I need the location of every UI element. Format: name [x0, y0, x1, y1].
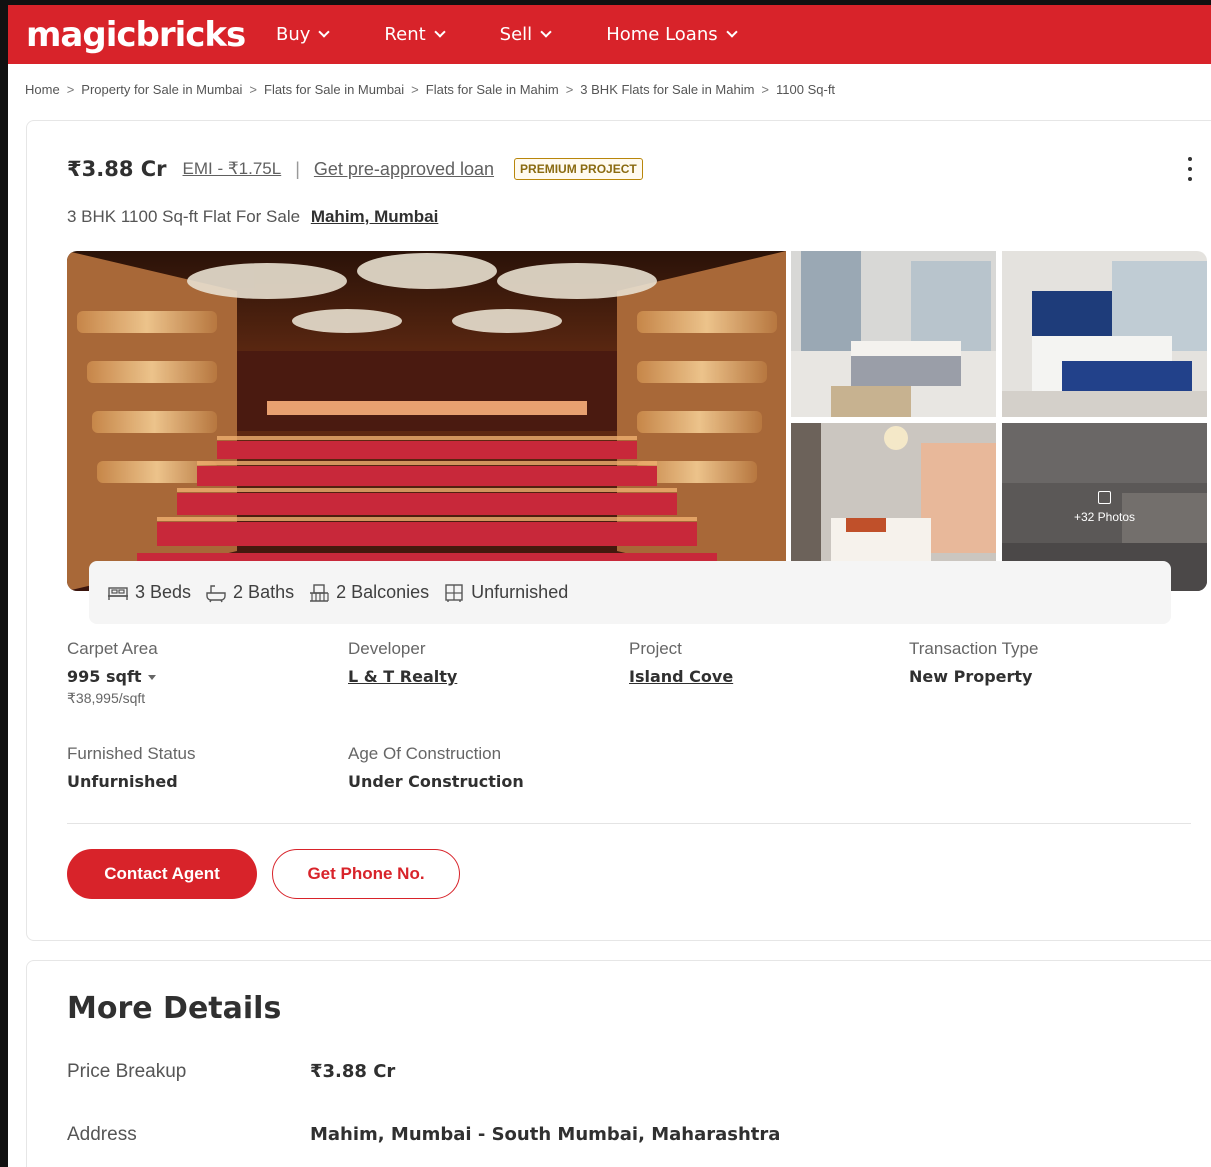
breadcrumb-separator: > [411, 82, 419, 97]
amenity-baths: 2 Baths [205, 582, 294, 603]
chevron-down-icon [540, 26, 552, 38]
breadcrumb-flats-mahim[interactable]: Flats for Sale in Mahim [426, 82, 559, 97]
emi-link[interactable]: EMI - ₹1.75L [183, 159, 282, 179]
breadcrumb-home[interactable]: Home [25, 82, 60, 97]
nav-rent[interactable]: Rent [384, 24, 446, 45]
magicbricks-logo[interactable]: magicbricks [26, 15, 276, 55]
auditorium-photo [67, 251, 786, 591]
breadcrumb-separator: > [761, 82, 770, 97]
nav-buy[interactable]: Buy [276, 24, 331, 45]
project-label: Project [629, 639, 682, 658]
location-link[interactable]: Mahim, Mumbai [311, 207, 439, 226]
listing-subtitle: 3 BHK 1100 Sq-ft Flat For Sale Mahim, Mu… [67, 207, 438, 227]
nav-home-loans[interactable]: Home Loans [606, 24, 738, 45]
age-of-construction-label: Age Of Construction [348, 744, 502, 763]
top-nav-bar: magicbricks Buy Rent Sell Home Loans [8, 5, 1211, 64]
nav-buy-label: Buy [276, 24, 311, 45]
address-value: Mahim, Mumbai - South Mumbai, Maharashtr… [310, 1124, 781, 1145]
get-phone-button[interactable]: Get Phone No. [272, 849, 460, 899]
breadcrumb-current: 1100 Sq-ft [776, 82, 836, 97]
more-details-card: More Details Price Breakup ₹3.88 Cr Addr… [26, 960, 1211, 1167]
listing-price: ₹3.88 Cr [67, 157, 167, 181]
breadcrumb-property-mumbai[interactable]: Property for Sale in Mumbai [81, 82, 242, 97]
price-breakup-label: Price Breakup [67, 1061, 187, 1082]
carpet-area-value-text: 995 sqft [67, 667, 142, 686]
developer-link[interactable]: L & T Realty [348, 667, 457, 686]
amenity-balconies-label: 2 Balconies [336, 582, 430, 602]
bath-icon [206, 584, 226, 602]
listing-subtitle-text: 3 BHK 1100 Sq-ft Flat For Sale [67, 207, 301, 226]
furnished-status-label: Furnished Status [67, 744, 196, 763]
breadcrumb-separator: > [66, 82, 75, 97]
developer-label: Developer [348, 639, 426, 658]
chevron-down-icon [434, 26, 446, 38]
price-breakup-row: Price Breakup ₹3.88 Cr [67, 1061, 395, 1083]
price-breakup-value: ₹3.88 Cr [310, 1061, 396, 1082]
breadcrumb-separator: > [565, 82, 574, 97]
gallery-icon [1098, 490, 1111, 504]
main-photo[interactable] [67, 251, 786, 591]
price-per-sqft: ₹38,995/sqft [67, 690, 146, 706]
premium-project-badge: PREMIUM PROJECT [514, 158, 643, 180]
age-of-construction: Age Of Construction Under Construction [348, 744, 524, 791]
address-label: Address [67, 1124, 137, 1145]
age-of-construction-value: Under Construction [348, 772, 524, 791]
bed-icon [108, 586, 128, 600]
divider [67, 823, 1191, 824]
breadcrumb: Home > Property for Sale in Mumbai > Fla… [25, 82, 835, 97]
project-link[interactable]: Island Cove [629, 667, 733, 686]
nav-rent-label: Rent [384, 24, 426, 45]
pre-approved-loan-link[interactable]: Get pre-approved loan [314, 159, 494, 180]
bedroom-photo [1002, 251, 1207, 417]
carpet-area-label: Carpet Area [67, 639, 158, 658]
more-options-icon[interactable] [1185, 157, 1195, 181]
nav-home-loans-label: Home Loans [606, 24, 718, 45]
price-row: ₹3.88 Cr EMI - ₹1.75L | Get pre-approved… [67, 157, 643, 181]
amenity-beds-label: 3 Beds [135, 582, 192, 602]
amenity-baths-label: 2 Baths [233, 582, 295, 602]
more-photos-label: +32 Photos [1073, 509, 1136, 524]
breadcrumb-flats-mumbai[interactable]: Flats for Sale in Mumbai [264, 82, 404, 97]
listing-card: ₹3.88 Cr EMI - ₹1.75L | Get pre-approved… [26, 120, 1211, 941]
photo-thumbnail-2[interactable] [1002, 251, 1207, 417]
breadcrumb-separator: > [249, 82, 257, 97]
transaction-type: Transaction Type New Property [909, 639, 1038, 686]
developer: Developer L & T Realty [348, 639, 457, 686]
caret-down-icon [147, 675, 156, 680]
carpet-area: Carpet Area 995 sqft ₹38,995/sqft [67, 639, 158, 707]
furnished-status: Furnished Status Unfurnished [67, 744, 196, 791]
nav-sell[interactable]: Sell [499, 24, 552, 45]
transaction-type-label: Transaction Type [909, 639, 1039, 658]
furnished-status-value: Unfurnished [67, 772, 178, 791]
amenity-furnishing: Unfurnished [443, 582, 568, 603]
project: Project Island Cove [629, 639, 733, 686]
transaction-type-value: New Property [909, 667, 1033, 686]
amenities-bar: 3 Beds 2 Baths 2 Balconies Unfurnished [89, 561, 1171, 624]
carpet-area-value[interactable]: 995 sqft [67, 667, 158, 686]
furnishing-icon [445, 583, 463, 602]
amenity-furnishing-label: Unfurnished [471, 582, 569, 602]
contact-agent-button[interactable]: Contact Agent [67, 849, 257, 899]
bedroom-photo [791, 251, 996, 417]
chevron-down-icon [318, 26, 331, 38]
pipe-divider: | [295, 158, 300, 179]
amenity-balconies: 2 Balconies [308, 582, 429, 603]
nav-sell-label: Sell [499, 24, 533, 45]
chevron-down-icon [725, 26, 738, 38]
address-row: Address Mahim, Mumbai - South Mumbai, Ma… [67, 1124, 780, 1146]
amenity-beds: 3 Beds [107, 582, 191, 603]
balcony-icon [310, 583, 329, 602]
breadcrumb-3bhk-mahim[interactable]: 3 BHK Flats for Sale in Mahim [580, 82, 754, 97]
photo-thumbnail-1[interactable] [791, 251, 996, 417]
more-details-title: More Details [67, 991, 282, 1026]
